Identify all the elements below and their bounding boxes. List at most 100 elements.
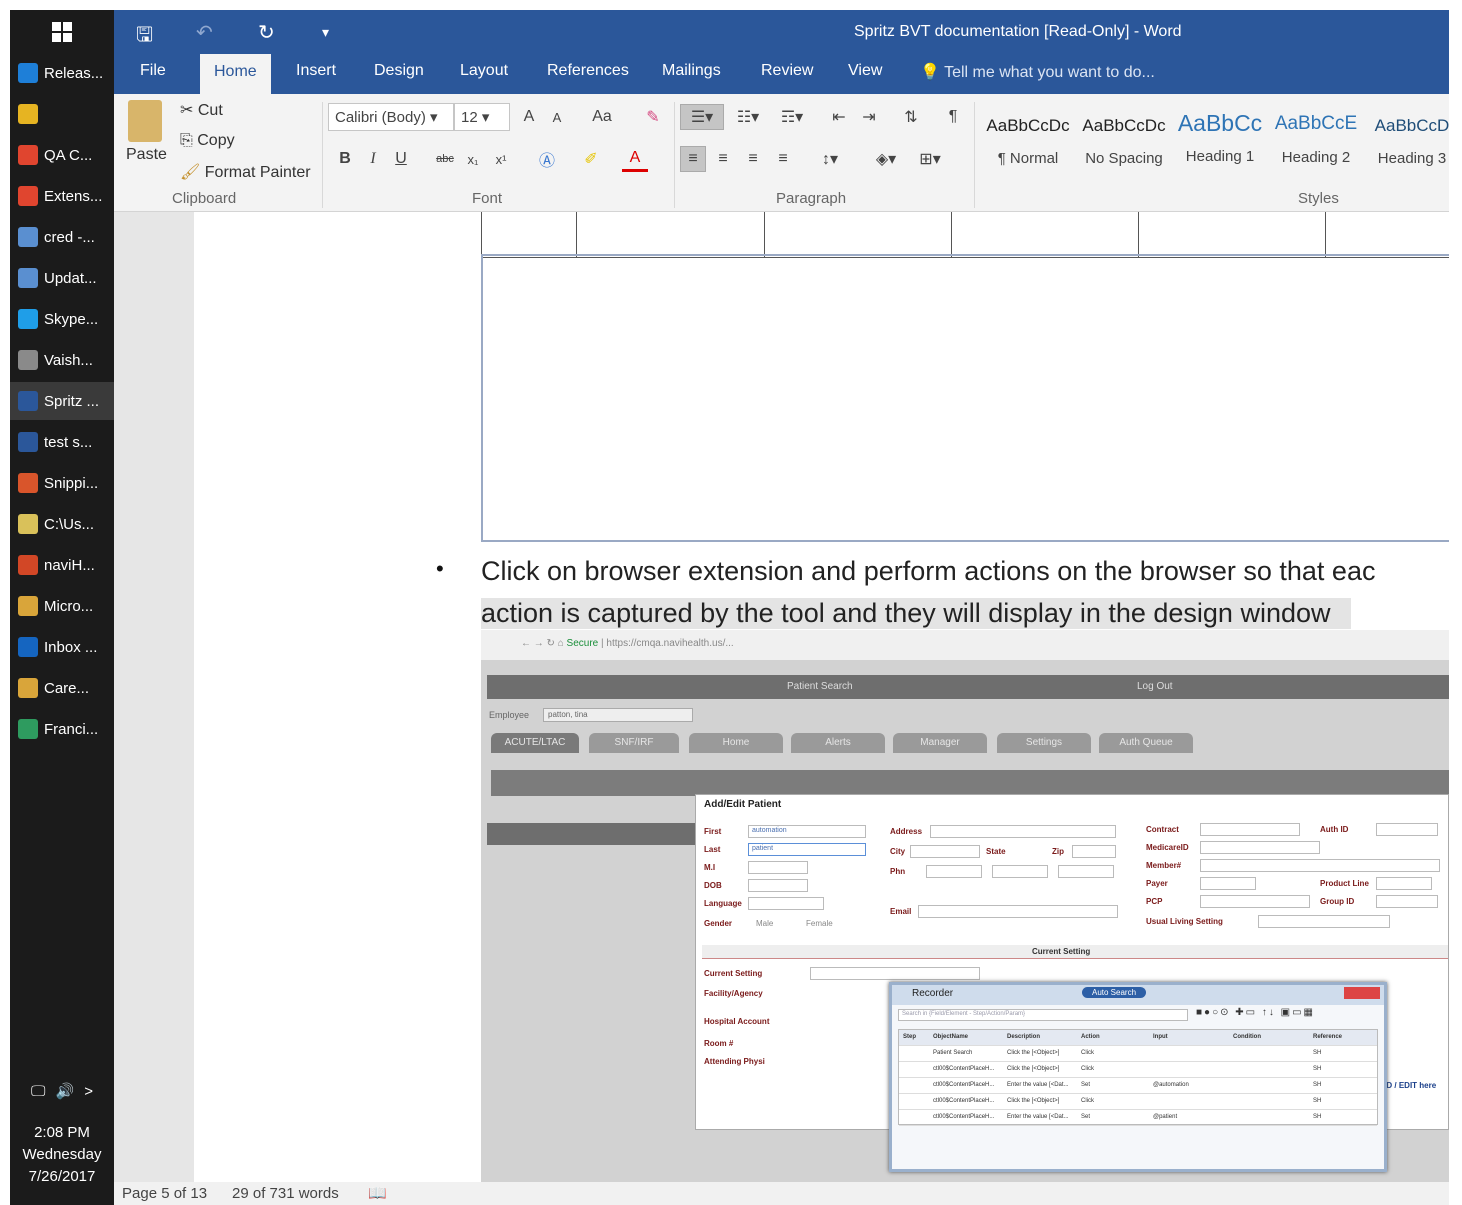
- font-name-select[interactable]: Calibri (Body) ▾: [328, 103, 454, 131]
- tab-layout[interactable]: Layout: [460, 62, 508, 80]
- volume-icon[interactable]: 🔊: [56, 1082, 75, 1100]
- change-case-button[interactable]: Aa: [582, 104, 622, 130]
- taskbar-item[interactable]: naviH...: [10, 546, 114, 584]
- taskbar-item[interactable]: Skype...: [10, 300, 114, 338]
- tab-view[interactable]: View: [848, 62, 882, 80]
- taskbar-item[interactable]: Releas...: [10, 54, 114, 92]
- sort-icon[interactable]: ⇅: [898, 104, 924, 130]
- table-cell[interactable]: [577, 212, 765, 258]
- undo-icon[interactable]: ↶: [196, 20, 213, 45]
- styles-gallery: AaBbCcDc ¶ Normal AaBbCcDc No Spacing AaBb…: [980, 94, 1449, 190]
- subscript-button[interactable]: x₁: [460, 146, 486, 172]
- word-count[interactable]: 29 of 731 words: [232, 1185, 339, 1202]
- chevron-right-icon[interactable]: >: [84, 1083, 93, 1100]
- format-painter-button[interactable]: 🖌 Format Painter: [180, 162, 311, 182]
- taskbar-item[interactable]: Extens...: [10, 177, 114, 215]
- style-heading-2[interactable]: AaBbCcE Heading 2: [1268, 94, 1364, 174]
- font-color-icon[interactable]: A: [622, 146, 648, 172]
- decrease-indent-icon[interactable]: ⇤: [826, 104, 852, 130]
- gender-label: Gender: [704, 919, 733, 928]
- taskbar-item[interactable]: Spritz ...: [10, 382, 114, 420]
- borders-icon[interactable]: ⊞▾: [910, 146, 950, 172]
- strikethrough-button[interactable]: abc: [432, 146, 458, 172]
- taskbar-item[interactable]: cred -...: [10, 218, 114, 256]
- multilevel-list-icon[interactable]: ☶▾: [772, 104, 812, 130]
- numbering-icon[interactable]: ☷▾: [728, 104, 768, 130]
- clear-formatting-icon[interactable]: ✎: [640, 104, 666, 130]
- table-cell[interactable]: [765, 212, 952, 258]
- table-cell[interactable]: [952, 212, 1139, 258]
- tab-review[interactable]: Review: [761, 62, 813, 80]
- save-icon[interactable]: 🖫: [136, 20, 153, 54]
- taskbar-item[interactable]: test s...: [10, 423, 114, 461]
- shading-icon[interactable]: ◈▾: [866, 146, 906, 172]
- embedded-screenshot[interactable]: ← → ↻ ⌂ Secure | https://cmqa.navihealth…: [481, 630, 1449, 1182]
- taskbar-item[interactable]: Snippi...: [10, 464, 114, 502]
- paste-icon[interactable]: [128, 100, 162, 142]
- proofing-icon[interactable]: 📖: [368, 1184, 387, 1202]
- line-spacing-icon[interactable]: ↕▾: [810, 146, 850, 172]
- taskbar-item[interactable]: Micro...: [10, 587, 114, 625]
- tab-file[interactable]: File: [140, 62, 166, 80]
- style-heading-3[interactable]: AaBbCcD Heading 3: [1364, 94, 1449, 174]
- taskbar-item-label: Updat...: [44, 269, 97, 287]
- paragraph-line-2[interactable]: action is captured by the tool and they …: [481, 598, 1351, 629]
- italic-button[interactable]: I: [360, 146, 386, 172]
- network-icon[interactable]: 🖵: [31, 1083, 45, 1100]
- back-icon: ← → ↻ ⌂: [521, 638, 567, 649]
- table-cell[interactable]: [481, 212, 577, 258]
- start-button[interactable]: [10, 10, 114, 54]
- table-cell[interactable]: [1326, 212, 1449, 258]
- clock[interactable]: 2:08 PM Wednesday 7/26/2017: [10, 1122, 114, 1188]
- taskbar-item[interactable]: C:\Us...: [10, 505, 114, 543]
- superscript-button[interactable]: x¹: [488, 146, 514, 172]
- taskbar-item[interactable]: Care...: [10, 669, 114, 707]
- underline-button[interactable]: U: [388, 146, 414, 172]
- taskbar-item[interactable]: Franci...: [10, 710, 114, 748]
- taskbar-item[interactable]: Updat...: [10, 259, 114, 297]
- taskbar-item[interactable]: QA C...: [10, 136, 114, 174]
- tab-insert[interactable]: Insert: [296, 62, 336, 80]
- paragraph-line-1[interactable]: Click on browser extension and perform a…: [481, 556, 1375, 587]
- font-size-select[interactable]: 12 ▾: [454, 103, 510, 131]
- style-normal[interactable]: AaBbCcDc ¶ Normal: [980, 94, 1076, 174]
- tab-references[interactable]: References: [547, 62, 629, 80]
- embedded-image-frame[interactable]: [481, 254, 1449, 542]
- word-window: 🖫 ↶ ↻ ▾ Spritz BVT documentation [Read-O…: [114, 10, 1449, 1205]
- taskbar-item[interactable]: Vaish...: [10, 341, 114, 379]
- format-painter-label: Format Painter: [204, 164, 311, 181]
- tab-mailings[interactable]: Mailings: [662, 62, 721, 80]
- highlight-icon[interactable]: ✐: [578, 146, 604, 172]
- taskbar-item[interactable]: [10, 95, 114, 133]
- shrink-font-button[interactable]: A: [544, 104, 570, 130]
- redo-icon[interactable]: ↻: [258, 20, 275, 45]
- text-effects-icon[interactable]: Ⓐ: [534, 146, 560, 172]
- align-left-icon[interactable]: ≡: [680, 146, 706, 172]
- page-left-area: [194, 212, 481, 1182]
- current-setting-section: Current Setting: [702, 945, 1448, 959]
- style-no-spacing[interactable]: AaBbCcDc No Spacing: [1076, 94, 1172, 174]
- tell-me-box[interactable]: 💡 Tell me what you want to do...: [920, 62, 1155, 82]
- paste-button[interactable]: Paste: [126, 146, 167, 164]
- style-heading-1[interactable]: AaBbCc Heading 1: [1172, 94, 1268, 174]
- grow-font-button[interactable]: A: [516, 104, 542, 130]
- align-right-icon[interactable]: ≡: [740, 146, 766, 172]
- page-count[interactable]: Page 5 of 13: [122, 1185, 207, 1202]
- tab-home[interactable]: Home: [200, 54, 271, 94]
- bullets-icon[interactable]: ☰▾: [680, 104, 724, 130]
- align-center-icon[interactable]: ≡: [710, 146, 736, 172]
- taskbar-item[interactable]: Inbox ...: [10, 628, 114, 666]
- bold-button[interactable]: B: [332, 146, 358, 172]
- notepad-icon: [18, 268, 38, 288]
- justify-icon[interactable]: ≡: [770, 146, 796, 172]
- recorder-cell: Set: [1081, 1114, 1091, 1120]
- app-tab: ACUTE/LTAC: [491, 733, 579, 753]
- cut-button[interactable]: ✂ Cut: [180, 100, 223, 120]
- increase-indent-icon[interactable]: ⇥: [856, 104, 882, 130]
- table-cell[interactable]: [1139, 212, 1326, 258]
- copy-button[interactable]: ⎘ Copy: [180, 132, 235, 150]
- show-marks-icon[interactable]: ¶: [940, 104, 966, 130]
- tab-design[interactable]: Design: [374, 62, 424, 80]
- recorder-cell: Enter the value [<Dat...: [1007, 1082, 1069, 1088]
- customize-qat-icon[interactable]: ▾: [322, 24, 329, 41]
